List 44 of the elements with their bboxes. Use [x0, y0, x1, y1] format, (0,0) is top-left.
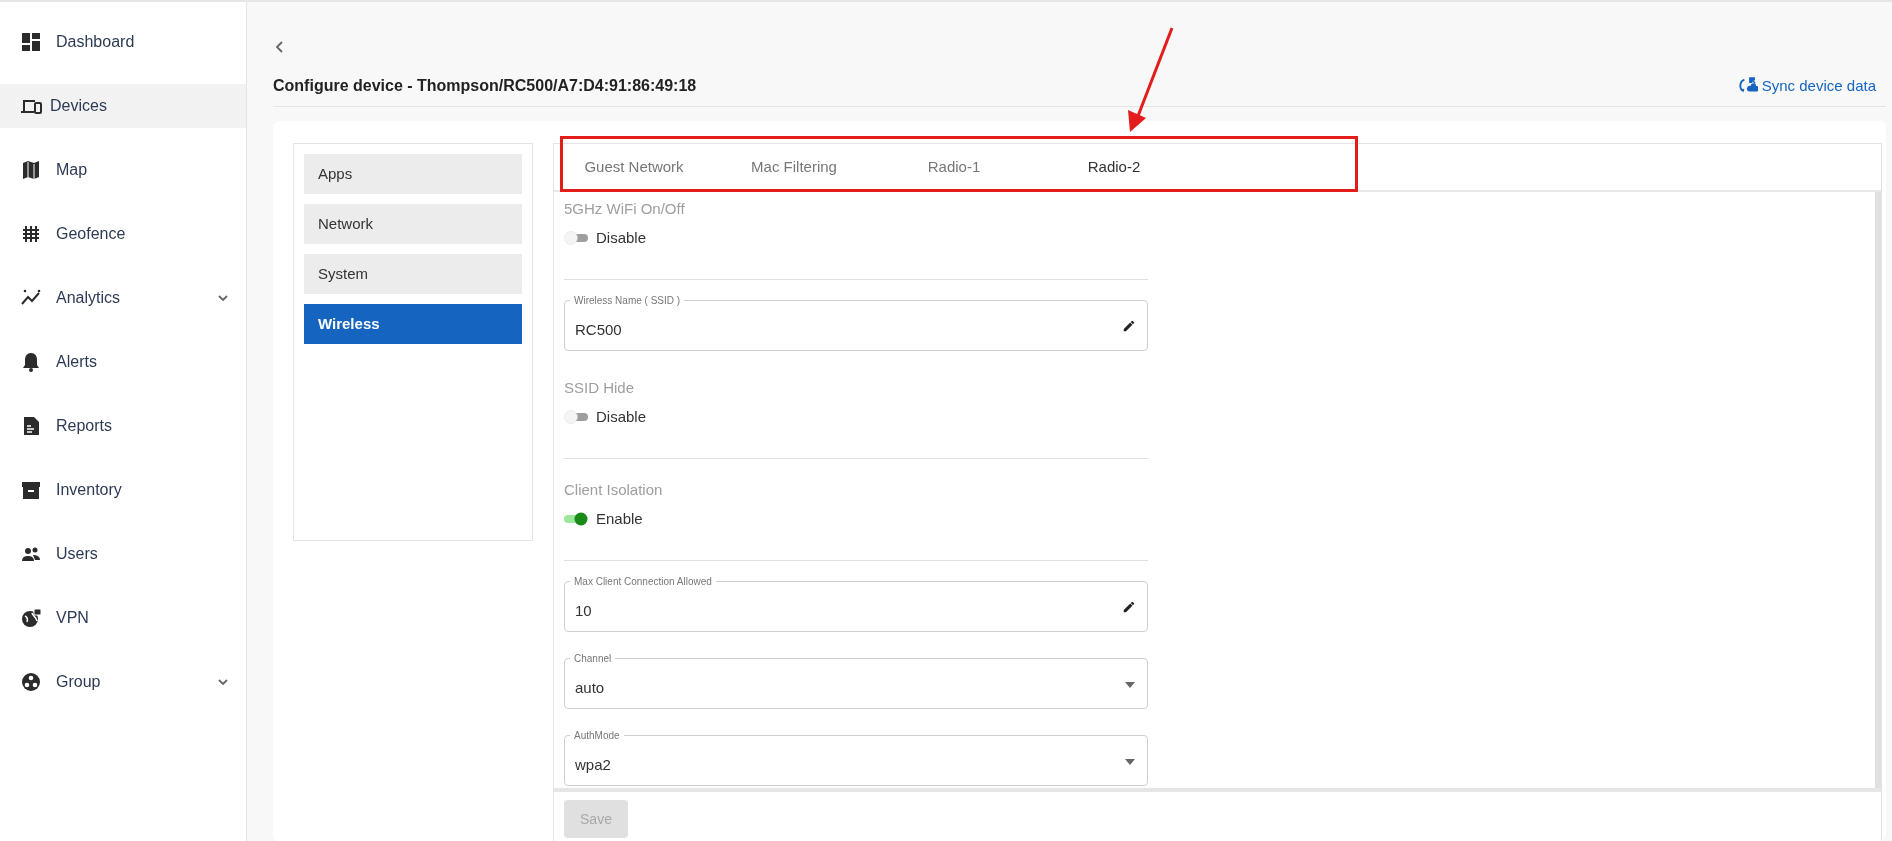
- scrollbar[interactable]: [1875, 192, 1881, 788]
- setting-label: Client Isolation: [564, 480, 664, 500]
- sync-link[interactable]: Sync device data: [1737, 74, 1876, 98]
- sidebar-item[interactable]: Reports: [0, 404, 246, 448]
- dashboard-icon: [20, 31, 42, 53]
- toggle-switch[interactable]: [564, 511, 588, 526]
- sidebar-item[interactable]: Dashboard: [0, 20, 246, 64]
- toggle-state: Disable: [596, 406, 647, 427]
- grid-icon: [20, 223, 42, 245]
- sidebar-item[interactable]: Alerts: [0, 340, 246, 384]
- toggle-switch[interactable]: [564, 230, 588, 245]
- map-icon: [20, 159, 42, 181]
- menu-item[interactable]: Wireless: [304, 304, 522, 344]
- menu-item[interactable]: Apps: [304, 154, 522, 194]
- setting-label: 5GHz WiFi On/Off: [564, 199, 686, 219]
- sidebar-item[interactable]: Analytics: [0, 276, 246, 320]
- pencil-icon: [1122, 600, 1136, 614]
- sync-icon: [1737, 77, 1758, 95]
- toggle-state: Enable: [596, 508, 643, 529]
- globe-lock-icon: [20, 607, 42, 629]
- sidebar-item[interactable]: VPN: [0, 596, 246, 640]
- dropdown-caret-icon: [1124, 759, 1136, 765]
- tab[interactable]: Mac Filtering: [714, 144, 874, 192]
- tab[interactable]: Radio-2: [1034, 144, 1194, 192]
- toggle-state: Disable: [596, 227, 647, 248]
- pencil-icon: [1122, 319, 1136, 333]
- sidebar-item[interactable]: Inventory: [0, 468, 246, 512]
- dropdown-caret-icon: [1124, 682, 1136, 688]
- page-title: Configure device - Thompson/RC500/A7:D4:91:86:49:18: [273, 76, 697, 96]
- sidebar-item[interactable]: Map: [0, 148, 246, 192]
- menu-item[interactable]: System: [304, 254, 522, 294]
- tab[interactable]: Guest Network: [554, 144, 714, 192]
- menu-item[interactable]: Network: [304, 204, 522, 244]
- sidebar-item[interactable]: Group: [0, 660, 246, 704]
- sidebar-item[interactable]: Devices: [0, 84, 246, 128]
- field-label: Wireless Name ( SSID ): [570, 293, 685, 308]
- group-icon: [20, 671, 42, 693]
- sidebar-item[interactable]: Geofence: [0, 212, 246, 256]
- sidebar-item[interactable]: Users: [0, 532, 246, 576]
- archive-icon: [20, 479, 42, 501]
- setting-label: SSID Hide: [564, 378, 636, 398]
- toggle-switch[interactable]: [564, 409, 588, 424]
- tab[interactable]: Radio-1: [874, 144, 1034, 192]
- bell-icon: [20, 351, 42, 373]
